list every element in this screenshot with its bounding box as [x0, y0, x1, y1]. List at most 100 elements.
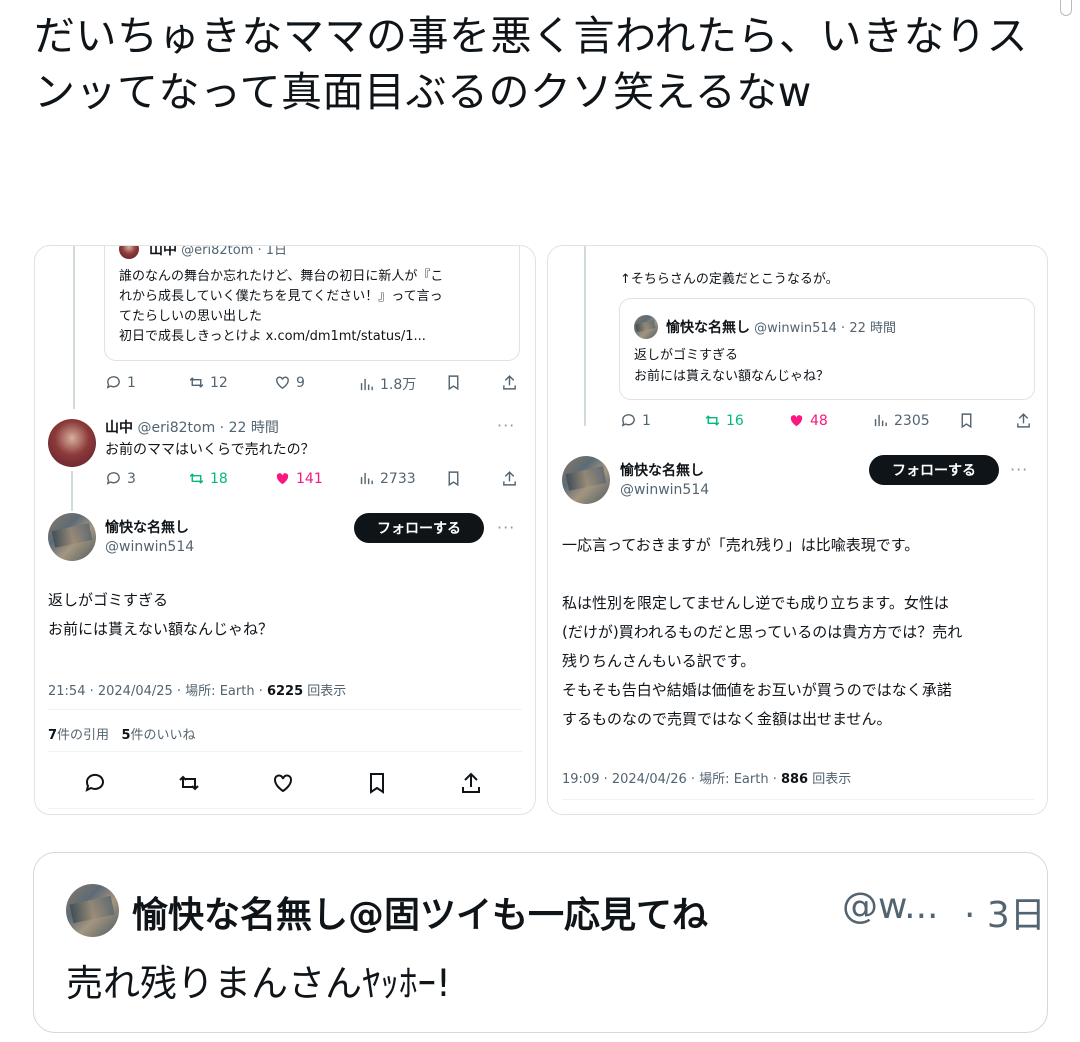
bookmark-icon: [448, 375, 459, 391]
heart-icon: [790, 415, 803, 427]
retweet-button[interactable]: 18: [188, 470, 228, 487]
quoted-user-handle: @winwin514 · 22 時間: [754, 321, 896, 336]
user-name[interactable]: 愉快な名無し: [620, 460, 704, 480]
attached-image-left[interactable]: 山中 @eri82tom · 1日 誰のなんの舞台か忘れたけど、舞台の初日に新人…: [34, 245, 536, 815]
like-count: 48: [810, 412, 828, 429]
thread-line: [73, 246, 75, 409]
avatar: [634, 315, 658, 339]
tweet-text-line: 残りちんさんもいる訳です。: [562, 652, 756, 670]
like-button[interactable]: 48: [788, 412, 828, 429]
user-handle[interactable]: @winwin514: [620, 482, 709, 498]
follow-button[interactable]: フォローする: [354, 513, 484, 543]
share-button[interactable]: [1015, 412, 1032, 429]
bookmark-button[interactable]: [445, 470, 462, 487]
analytics-icon: [874, 414, 887, 427]
tweet-meta: 19:09 · 2024/04/26 · 場所: Earth · 886 回表示: [562, 772, 852, 787]
user-handle[interactable]: @winwin514: [105, 539, 194, 555]
reply-icon: [85, 773, 104, 792]
follow-button[interactable]: フォローする: [869, 455, 999, 485]
reply-button[interactable]: 1: [105, 374, 136, 391]
views-button[interactable]: 1.8万: [358, 374, 416, 394]
reply-button[interactable]: 3: [105, 470, 136, 487]
reply-icon: [621, 414, 635, 427]
bookmark-icon: [961, 413, 972, 429]
views-count: 2733: [380, 470, 416, 487]
share-icon: [503, 471, 516, 486]
thread-line: [71, 471, 73, 511]
quoted-text-line: お前には貰えない額なんじゃね？: [634, 369, 830, 384]
tweet-meta: 21:54 · 2024/04/25 · 場所: Earth · 6225 回表…: [48, 684, 347, 699]
share-button-large[interactable]: [459, 771, 483, 795]
avatar: [66, 884, 119, 937]
avatar[interactable]: [48, 419, 96, 467]
reply-count: 3: [127, 470, 136, 487]
tweet-text-line: するものなので売買ではなく金額は出せません。: [562, 710, 892, 728]
quote-user-handle: @w...: [842, 886, 939, 927]
attached-image-right[interactable]: ↑そちらさんの定義だとこうなるが。 愉快な名無し @winwin514 · 22…: [547, 245, 1048, 815]
quote-tweet-card[interactable]: 愉快な名無し@固ツイも一応見てね @w... · 3日 売れ残りまんさんﾔｯﾎｰ…: [33, 852, 1048, 1033]
like-count: 141: [296, 470, 323, 487]
tweet-text-line: そもそも告白や結婚は価値をお互いが買うのではなく承諾: [562, 681, 952, 699]
quote-text: 売れ残りまんさんﾔｯﾎｰ!: [66, 962, 451, 1005]
share-button[interactable]: [501, 374, 518, 391]
quoted-user-handle: @eri82tom · 1日: [181, 245, 288, 258]
quote-timestamp: · 3日: [964, 895, 1046, 936]
share-button[interactable]: [501, 470, 518, 487]
bookmark-icon: [448, 471, 459, 487]
quoted-user-name: 愉快な名無し: [666, 320, 750, 336]
reply-button[interactable]: 1: [620, 412, 651, 429]
like-total: 5: [121, 728, 131, 743]
like-button[interactable]: 141: [274, 470, 323, 487]
divider: [562, 799, 1034, 800]
quoted-user-name: 山中: [149, 245, 177, 258]
quote-user-name: 愉快な名無し@固ツイも一応見てね: [132, 895, 709, 936]
heart-icon: [276, 376, 289, 390]
views-button[interactable]: 2733: [358, 470, 416, 487]
more-icon[interactable]: ···: [497, 518, 515, 537]
bookmark-button[interactable]: [958, 412, 975, 429]
tweet-text-line: [562, 560, 962, 589]
analytics-icon: [360, 378, 373, 390]
quote-count: 7: [48, 728, 58, 743]
quoted-text-line: てたらしいの思い出した: [119, 309, 263, 324]
retweet-count: 16: [726, 412, 744, 429]
quoted-text-line: れから成長していく僕たちを見てください！』って言っ: [119, 289, 443, 304]
reply-button-large[interactable]: [83, 771, 107, 795]
reply-user-handle[interactable]: @eri82tom · 22 時間: [137, 420, 278, 436]
reply-icon: [106, 376, 120, 389]
like-button[interactable]: 9: [274, 374, 305, 391]
bookmark-button[interactable]: [445, 374, 462, 391]
quoted-tweet-box[interactable]: 愉快な名無し @winwin514 · 22 時間 返しがゴミすぎる お前には貰…: [619, 298, 1035, 400]
retweet-icon: [189, 473, 204, 484]
quoted-text-line: 返しがゴミすぎる: [634, 348, 739, 363]
views-button[interactable]: 2305: [872, 412, 930, 429]
quoted-tweet-box[interactable]: 山中 @eri82tom · 1日 誰のなんの舞台か忘れたけど、舞台の初日に新人…: [104, 245, 520, 361]
user-name[interactable]: 愉快な名無し: [105, 517, 189, 537]
divider: [48, 808, 522, 809]
reply-count: 1: [642, 412, 651, 429]
like-count: 9: [296, 374, 305, 391]
avatar[interactable]: [48, 513, 96, 561]
share-icon: [503, 375, 516, 390]
tweet-text-line: お前には貰えない額なんじゃね？: [48, 620, 274, 638]
share-icon: [1017, 413, 1030, 428]
like-button-large[interactable]: [271, 771, 295, 795]
more-icon[interactable]: ···: [1010, 460, 1028, 479]
retweet-count: 12: [210, 374, 228, 391]
bookmark-button-large[interactable]: [365, 771, 389, 795]
engagement-stats[interactable]: 7件の引用 5件のいいね: [48, 724, 196, 743]
avatar: [119, 246, 139, 259]
more-icon[interactable]: ···: [497, 416, 515, 435]
thread-line: [584, 246, 586, 426]
tweet-text-line: 私は性別を限定してませんし逆でも成り立ちます。女性は: [562, 594, 949, 612]
scrollbar-indicator[interactable]: [1060, 0, 1072, 16]
retweet-icon: [179, 775, 199, 791]
retweet-button[interactable]: 12: [188, 374, 228, 391]
avatar[interactable]: [562, 456, 610, 504]
heart-icon: [276, 473, 289, 485]
views-count: 2305: [894, 412, 930, 429]
views-count: 1.8万: [380, 377, 417, 393]
retweet-button[interactable]: 16: [704, 412, 744, 429]
reply-user-name[interactable]: 山中: [105, 420, 133, 436]
retweet-button-large[interactable]: [177, 771, 201, 795]
